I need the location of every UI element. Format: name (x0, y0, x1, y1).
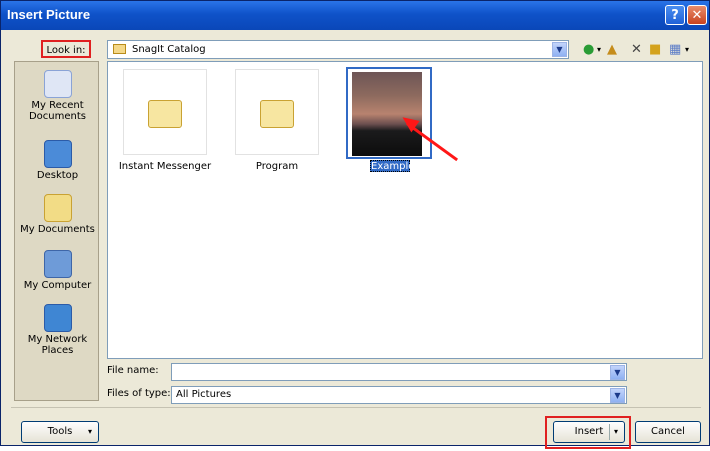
place-my-network-places[interactable]: My Network Places (15, 304, 100, 356)
folder-icon (260, 100, 294, 128)
file-item-example[interactable] (346, 67, 432, 159)
file-name-selected[interactable]: Example (370, 160, 414, 172)
place-label: My Network Places (27, 334, 88, 356)
file-name-label: File name: (107, 365, 159, 376)
files-of-type-select[interactable]: All Pictures ▼ (171, 386, 627, 404)
file-item-instant-messenger[interactable] (123, 69, 207, 155)
place-my-documents[interactable]: My Documents (15, 194, 100, 235)
look-in-label: Look in: (41, 40, 91, 58)
back-dropdown-icon[interactable]: ▾ (597, 42, 601, 58)
files-of-type-label: Files of type: (107, 388, 171, 399)
chevron-down-icon[interactable]: ▼ (610, 388, 625, 403)
tools-label: Tools (47, 426, 73, 437)
place-label: Desktop (36, 170, 79, 181)
chevron-down-icon[interactable]: ▾ (609, 424, 622, 440)
folder-icon (148, 100, 182, 128)
new-folder-icon[interactable]: ■ (649, 42, 661, 58)
file-list[interactable]: Instant Messenger Program Example (107, 61, 703, 359)
chevron-down-icon[interactable]: ▼ (610, 365, 625, 380)
my-documents-icon (43, 194, 72, 222)
chevron-down-icon[interactable]: ▼ (552, 42, 567, 57)
insert-picture-dialog: Insert Picture ? ✕ Look in: SnagIt Catal… (0, 0, 710, 449)
place-label: My Computer (23, 280, 92, 291)
delete-icon[interactable]: ✕ (631, 42, 642, 58)
close-button[interactable]: ✕ (687, 5, 707, 25)
desktop-icon (43, 140, 72, 168)
title-bar[interactable]: Insert Picture ? ✕ (1, 1, 709, 30)
up-folder-icon[interactable]: ▲ (607, 42, 617, 58)
help-button[interactable]: ? (665, 5, 685, 25)
look-in-value: SnagIt Catalog (132, 44, 206, 55)
folder-icon (113, 44, 126, 54)
file-name-field[interactable]: ▼ (171, 363, 627, 381)
place-my-computer[interactable]: My Computer (15, 250, 100, 291)
file-name[interactable]: Program (235, 161, 319, 172)
divider (11, 407, 701, 408)
file-item-program[interactable] (235, 69, 319, 155)
dialog-title: Insert Picture (7, 7, 91, 22)
place-label: My Recent Documents (28, 100, 87, 122)
place-my-recent-documents[interactable]: My Recent Documents (15, 70, 100, 122)
place-label: My Documents (20, 224, 95, 235)
views-dropdown-icon[interactable]: ▾ (685, 42, 689, 58)
files-of-type-value: All Pictures (176, 389, 232, 400)
toolbar: ● ▾ ▲ ✕ ■ ▦ ▾ (583, 42, 703, 58)
views-icon[interactable]: ▦ (669, 42, 681, 58)
my-computer-icon (43, 250, 72, 278)
insert-button[interactable]: Insert ▾ (553, 421, 625, 443)
recent-documents-icon (43, 70, 72, 98)
look-in-dropdown[interactable]: SnagIt Catalog ▼ (107, 40, 569, 59)
tools-button[interactable]: Tools ▾ (21, 421, 99, 443)
cancel-button[interactable]: Cancel (635, 421, 701, 443)
file-name[interactable]: Instant Messenger (108, 161, 222, 172)
network-places-icon (43, 304, 72, 332)
place-desktop[interactable]: Desktop (15, 140, 100, 181)
chevron-down-icon: ▾ (87, 427, 92, 436)
back-icon[interactable]: ● (583, 42, 594, 58)
image-thumbnail (352, 72, 422, 156)
places-bar: My Recent Documents Desktop My Documents… (14, 61, 99, 401)
